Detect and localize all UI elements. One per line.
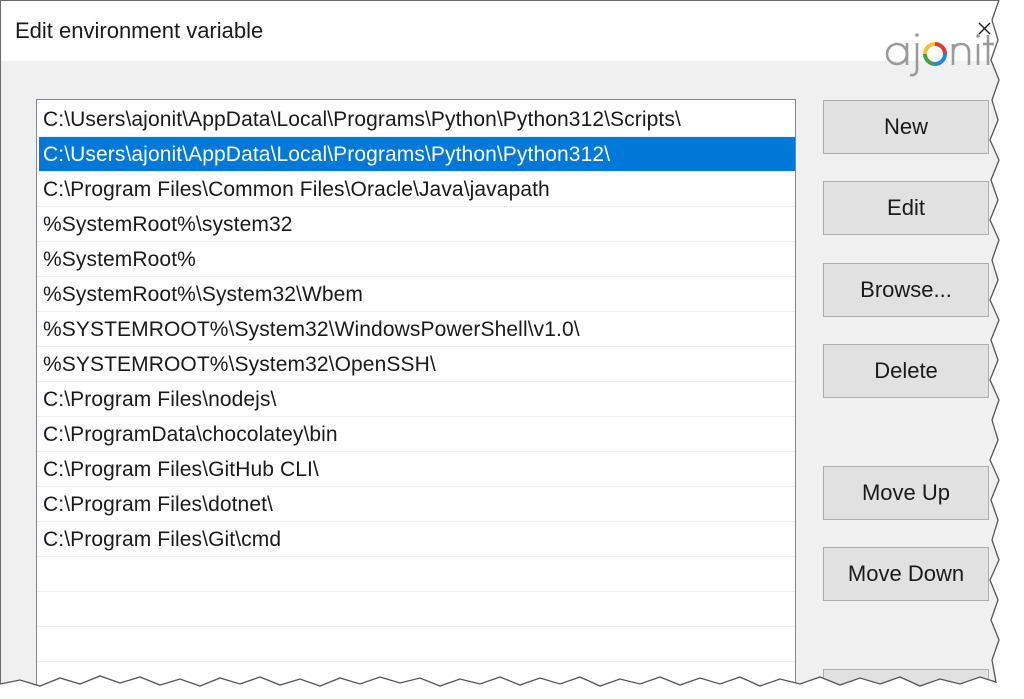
list-item[interactable] — [37, 627, 795, 662]
list-item-text: C:\Program Files\Git\cmd — [43, 528, 282, 551]
browse-button[interactable]: Browse... — [823, 263, 989, 317]
list-item[interactable]: C:\Program Files\Common Files\Oracle\Jav… — [37, 172, 795, 207]
list-item[interactable]: C:\Program Files\GitHub CLI\ — [37, 452, 795, 487]
list-item[interactable] — [37, 557, 795, 592]
list-item[interactable]: %SystemRoot%\System32\Wbem — [37, 277, 795, 312]
edit-environment-variable-dialog: Edit environment variable C:\Users\ajoni… — [0, 0, 1001, 691]
list-item-text: %SystemRoot%\System32\Wbem — [43, 283, 364, 306]
list-item[interactable]: C:\ProgramData\chocolatey\bin — [37, 417, 795, 452]
list-item-text: %SYSTEMROOT%\System32\WindowsPowerShell\… — [43, 318, 580, 341]
list-item[interactable]: C:\Program Files\dotnet\ — [37, 487, 795, 522]
list-item-text: C:\Users\ajonit\AppData\Local\Programs\P… — [43, 108, 681, 131]
list-item-selected[interactable]: C:\Users\ajonit\AppData\Local\Programs\P… — [39, 137, 795, 172]
list-item[interactable] — [37, 592, 795, 627]
list-item-text: C:\Program Files\GitHub CLI\ — [43, 458, 319, 481]
list-item[interactable]: %SYSTEMROOT%\System32\OpenSSH\ — [37, 347, 795, 382]
list-item-text: %SystemRoot% — [43, 248, 196, 271]
new-button[interactable]: New — [823, 100, 989, 154]
list-item-text: C:\Users\ajonit\AppData\Local\Programs\P… — [43, 143, 611, 166]
list-item[interactable]: C:\Program Files\nodejs\ — [37, 382, 795, 417]
ajonit-logo — [885, 33, 994, 77]
list-item-text: C:\Program Files\dotnet\ — [43, 493, 273, 516]
list-item-text: C:\Program Files\Common Files\Oracle\Jav… — [43, 178, 550, 201]
list-item[interactable]: %SystemRoot% — [37, 242, 795, 277]
move-up-button[interactable]: Move Up — [823, 466, 989, 520]
path-list[interactable]: C:\Users\ajonit\AppData\Local\Programs\P… — [36, 99, 796, 691]
move-down-button[interactable]: Move Down — [823, 547, 989, 601]
list-item-text: %SystemRoot%\system32 — [43, 213, 293, 236]
dialog-title: Edit environment variable — [15, 18, 264, 43]
list-item[interactable]: %SYSTEMROOT%\System32\WindowsPowerShell\… — [37, 312, 795, 347]
edit-button[interactable]: Edit — [823, 181, 989, 235]
list-item[interactable]: %SystemRoot%\system32 — [37, 207, 795, 242]
delete-button[interactable]: Delete — [823, 344, 989, 398]
list-item-text: C:\ProgramData\chocolatey\bin — [43, 423, 338, 446]
list-item-text: %SYSTEMROOT%\System32\OpenSSH\ — [43, 353, 436, 376]
list-item[interactable]: C:\Program Files\Git\cmd — [37, 522, 795, 557]
title-bar: Edit environment variable — [1, 1, 1001, 61]
hidden-button[interactable] — [823, 669, 989, 691]
list-item-text: C:\Program Files\nodejs\ — [43, 388, 277, 411]
list-item[interactable]: C:\Users\ajonit\AppData\Local\Programs\P… — [37, 102, 795, 137]
